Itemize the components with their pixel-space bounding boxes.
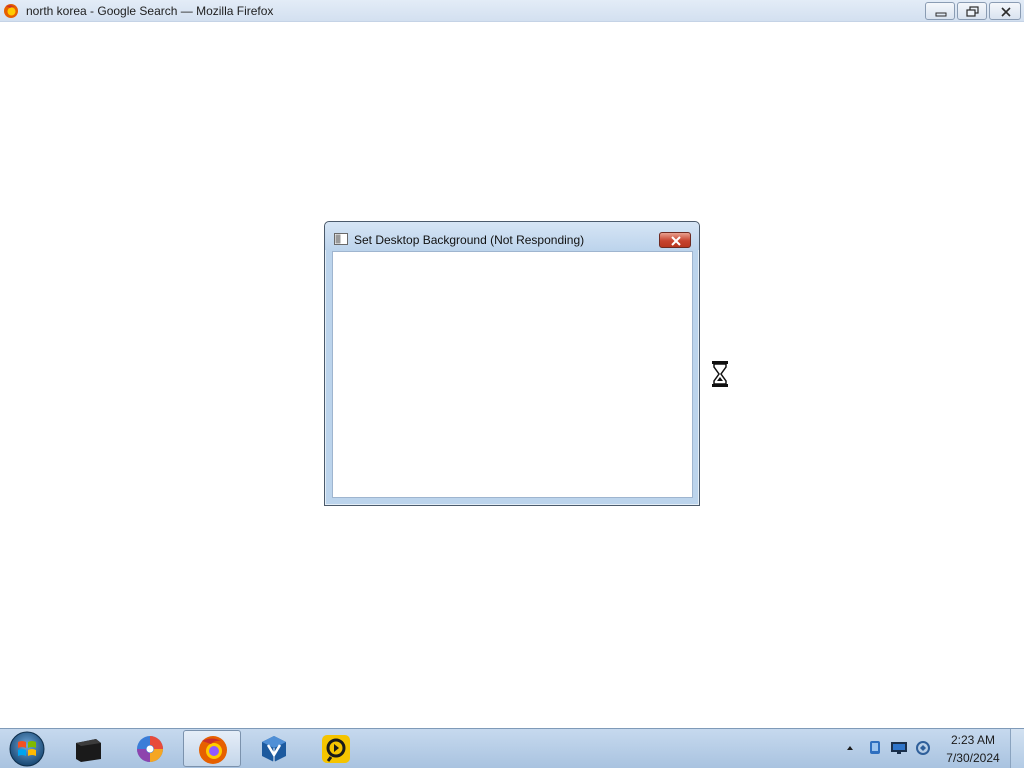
swirl-app-icon — [137, 736, 163, 762]
hourglass-icon — [712, 361, 728, 387]
remote-app-icon — [322, 735, 350, 763]
windows-logo-icon[interactable] — [6, 730, 48, 768]
display-icon[interactable] — [890, 740, 908, 756]
taskbar-item-firefox[interactable] — [183, 730, 241, 767]
clock-time[interactable]: 2:23 AM — [940, 733, 1006, 747]
show-hidden-icons-icon[interactable] — [845, 743, 855, 753]
minimize-button[interactable] — [925, 2, 955, 20]
main-close-button[interactable] — [989, 2, 1021, 20]
dialog-titlebar[interactable]: Set Desktop Background (Not Responding) — [325, 222, 699, 250]
minimize-icon — [935, 12, 947, 17]
firefox-icon — [4, 4, 18, 18]
show-desktop-button[interactable] — [1010, 729, 1024, 768]
dialog-title: Set Desktop Background (Not Responding) — [354, 233, 585, 247]
terminal-icon — [76, 739, 101, 762]
set-desktop-background-dialog[interactable]: Set Desktop Background (Not Responding) — [324, 221, 700, 506]
restore-icon — [966, 6, 979, 17]
firefox-icon — [199, 736, 227, 764]
dialog-close-button[interactable] — [659, 232, 691, 248]
close-icon — [1001, 7, 1011, 17]
network-icon[interactable] — [866, 740, 884, 756]
taskbar-item-terminal[interactable] — [59, 730, 117, 767]
taskbar-item-swirl-app[interactable] — [121, 730, 179, 767]
close-icon — [671, 236, 681, 246]
taskbar-item-virtualbox[interactable] — [245, 730, 303, 767]
virtualbox-icon — [262, 736, 286, 762]
clock-date[interactable]: 7/30/2024 — [940, 751, 1006, 765]
main-window-titlebar[interactable]: north korea - Google Search — Mozilla Fi… — [0, 0, 1024, 22]
taskbar-item-remote-app[interactable] — [307, 730, 365, 767]
window-icon — [334, 233, 348, 245]
dialog-content-area — [332, 251, 693, 498]
main-window-title: north korea - Google Search — Mozilla Fi… — [26, 4, 274, 18]
restore-button[interactable] — [957, 2, 987, 20]
volume-icon[interactable] — [914, 740, 932, 756]
